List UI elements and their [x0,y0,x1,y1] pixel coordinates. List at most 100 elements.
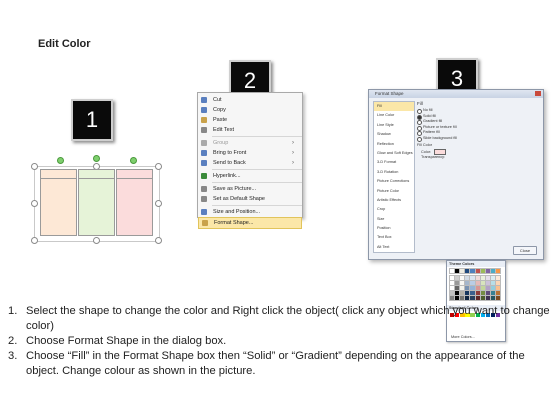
theme-color-swatch[interactable] [479,289,487,297]
category-item[interactable]: Text Box [374,233,414,242]
theme-color-swatch[interactable] [474,274,481,282]
theme-color-swatch[interactable] [464,294,471,302]
category-item[interactable]: Crop [374,205,414,214]
theme-color-swatch[interactable] [479,267,487,275]
theme-color-swatch[interactable] [453,284,461,292]
theme-color-swatch[interactable] [453,279,461,287]
fill-option-radio[interactable]: Slide background fill [417,136,537,142]
theme-color-swatch[interactable] [494,284,502,292]
close-icon[interactable] [535,91,541,96]
theme-color-swatch[interactable] [469,267,476,275]
menu-item-format-shape[interactable]: Format Shape... [198,217,302,229]
theme-color-swatch[interactable] [489,274,497,282]
theme-color-swatch[interactable] [489,289,497,297]
theme-color-swatch[interactable] [459,294,466,302]
theme-color-swatch[interactable] [494,289,502,297]
menu-item-set-as-default-shape[interactable]: Set as Default Shape [198,194,302,204]
menu-item-edit-text[interactable]: Edit Text [198,125,302,135]
resize-handle[interactable] [31,200,38,207]
theme-color-swatch[interactable] [448,279,456,287]
theme-color-swatch[interactable] [448,284,456,292]
theme-color-swatch[interactable] [489,267,497,275]
menu-item-bring-to-front[interactable]: Bring to Front › [198,148,302,158]
theme-color-swatch[interactable] [484,274,492,282]
category-item[interactable]: Alt Text [374,243,414,252]
shape-card-1[interactable] [40,169,77,236]
theme-color-swatch[interactable] [469,294,476,302]
theme-color-swatch[interactable] [448,294,456,302]
category-item[interactable]: Line Style [374,121,414,130]
theme-color-swatch[interactable] [474,279,481,287]
theme-color-swatch[interactable] [469,289,476,297]
theme-color-swatch[interactable] [494,267,502,275]
resize-handle[interactable] [31,163,38,170]
category-item[interactable]: Picture Corrections [374,177,414,186]
menu-item-save-as-picture[interactable]: Save as Picture... [198,184,302,194]
theme-color-swatch[interactable] [474,294,481,302]
shape-card-2[interactable] [78,169,115,236]
theme-color-swatch[interactable] [474,267,481,275]
close-button[interactable]: Close [513,246,537,255]
rotation-handle[interactable] [57,157,64,164]
theme-color-swatch[interactable] [479,274,487,282]
theme-color-swatch[interactable] [464,284,471,292]
theme-color-swatch[interactable] [464,267,471,275]
category-item[interactable]: 3-D Rotation [374,168,414,177]
theme-color-swatch[interactable] [459,279,466,287]
theme-color-swatch[interactable] [448,267,456,275]
category-item[interactable]: Reflection [374,140,414,149]
theme-color-swatch[interactable] [494,274,502,282]
theme-color-swatch[interactable] [489,284,497,292]
category-item[interactable]: Picture Color [374,187,414,196]
theme-color-swatch[interactable] [459,289,466,297]
resize-handle[interactable] [155,237,162,244]
theme-color-swatch[interactable] [484,284,492,292]
menu-item-paste[interactable]: Paste [198,115,302,125]
resize-handle[interactable] [93,237,100,244]
resize-handle[interactable] [31,237,38,244]
theme-color-swatch[interactable] [479,294,487,302]
category-item[interactable]: Artistic Effects [374,196,414,205]
theme-color-swatch[interactable] [453,274,461,282]
theme-color-swatch[interactable] [459,274,466,282]
theme-color-swatch[interactable] [494,294,502,302]
theme-color-swatch[interactable] [469,284,476,292]
theme-color-swatch[interactable] [484,279,492,287]
theme-color-swatch[interactable] [489,294,497,302]
shape-card-3[interactable] [116,169,153,236]
category-item[interactable]: Line Color [374,111,414,120]
menu-item-cut[interactable]: Cut [198,95,302,105]
theme-color-swatch[interactable] [459,267,466,275]
theme-color-swatch[interactable] [479,284,487,292]
theme-color-swatch[interactable] [484,294,492,302]
resize-handle[interactable] [155,200,162,207]
theme-color-swatch[interactable] [469,274,476,282]
menu-item-send-to-back[interactable]: Send to Back › [198,158,302,168]
theme-color-swatch[interactable] [479,279,487,287]
theme-color-swatch[interactable] [453,294,461,302]
theme-color-swatch[interactable] [484,289,492,297]
menu-item-size-and-position[interactable]: Size and Position... [198,207,302,217]
category-item[interactable]: 3-D Format [374,158,414,167]
theme-color-swatch[interactable] [453,267,461,275]
resize-handle[interactable] [155,163,162,170]
theme-color-swatch[interactable] [448,289,456,297]
rotation-handle[interactable] [130,157,137,164]
menu-item-group[interactable]: Group › [198,138,302,148]
category-item[interactable]: Glow and Soft Edges [374,149,414,158]
category-item[interactable]: Size [374,215,414,224]
category-item[interactable]: Shadow [374,130,414,139]
theme-color-swatch[interactable] [464,279,471,287]
theme-color-swatch[interactable] [464,289,471,297]
theme-color-swatch[interactable] [453,289,461,297]
menu-item-hyperlink[interactable]: Hyperlink... [198,171,302,181]
theme-color-swatch[interactable] [459,284,466,292]
theme-color-swatch[interactable] [464,274,471,282]
menu-item-copy[interactable]: Copy [198,105,302,115]
theme-color-swatch[interactable] [489,279,497,287]
category-item[interactable]: Fill [374,102,414,112]
rotation-handle[interactable] [93,155,100,162]
theme-color-swatch[interactable] [484,267,492,275]
theme-color-swatch[interactable] [494,279,502,287]
theme-color-swatch[interactable] [474,289,481,297]
